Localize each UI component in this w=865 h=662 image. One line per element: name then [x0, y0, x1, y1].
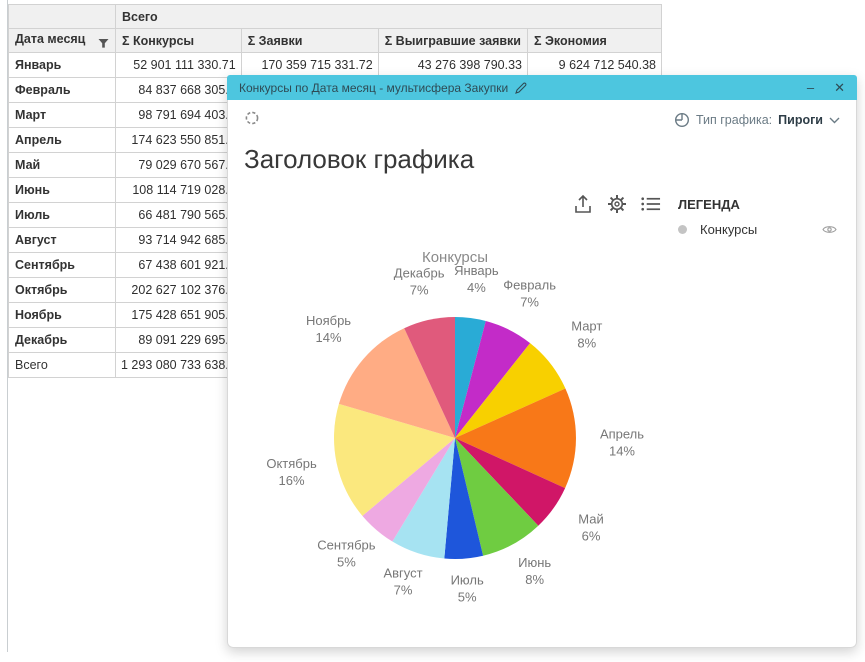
legend-item[interactable]: Конкурсы: [678, 222, 757, 237]
pie-label-name: Апрель: [600, 426, 644, 441]
pie-label-name: Январь: [454, 263, 499, 278]
pie-label-percent: 14%: [609, 443, 635, 458]
month-cell[interactable]: Январь: [9, 53, 116, 78]
month-cell[interactable]: Сентябрь: [9, 253, 116, 278]
pie-label-name: Ноябрь: [306, 313, 351, 328]
konkursy-value-cell: 108 114 719 028.9: [116, 178, 242, 203]
list-icon: [641, 196, 661, 212]
dialog-titlebar[interactable]: Конкурсы по Дата месяц - мультисфера Зак…: [227, 75, 857, 100]
konkursy-value-cell: 67 438 601 921.1: [116, 253, 242, 278]
filter-icon[interactable]: [98, 38, 109, 49]
pie-label-name: Март: [571, 319, 602, 334]
month-cell[interactable]: Май: [9, 153, 116, 178]
dialog-title: Конкурсы по Дата месяц - мультисфера Зак…: [239, 81, 508, 95]
table-row: Январь52 901 111 330.71170 359 715 331.7…: [9, 53, 662, 78]
chevron-down-icon: [829, 117, 840, 124]
konkursy-value-cell: 98 791 694 403.8: [116, 103, 242, 128]
pie-label-percent: 7%: [520, 294, 539, 309]
konkursy-value-cell: 89 091 229 695.9: [116, 328, 242, 353]
spinner-icon: [244, 110, 260, 126]
chart-type-label: Тип графика:: [696, 113, 772, 127]
pie-label-percent: 7%: [394, 583, 413, 598]
pie-label-name: Декабрь: [394, 265, 445, 280]
pie-label-percent: 4%: [467, 280, 486, 295]
konkursy-value-cell: 1 293 080 733 638.0: [116, 353, 242, 378]
close-icon[interactable]: ✕: [834, 75, 845, 100]
minimize-icon[interactable]: –: [807, 75, 814, 100]
month-cell[interactable]: Октябрь: [9, 278, 116, 303]
list-button[interactable]: [641, 194, 661, 214]
pie-label-name: Июль: [451, 573, 484, 588]
table-header-row: Дата месяц Σ Конкурсы Σ Заявки Σ Выиграв…: [9, 29, 662, 53]
chart-dialog: Конкурсы по Дата месяц - мультисфера Зак…: [227, 75, 857, 648]
column-header-zayavki[interactable]: Σ Заявки: [241, 29, 378, 53]
corner-cell: [9, 5, 116, 29]
column-header-ekonomiya[interactable]: Σ Экономия: [528, 29, 662, 53]
zayavki-value-cell: 170 359 715 331.72: [241, 53, 378, 78]
ekonomiya-value-cell: 9 624 712 540.38: [528, 53, 662, 78]
eye-icon[interactable]: [822, 224, 837, 235]
vsego-header-cell: Всего: [116, 5, 662, 29]
app-window: Всего Дата месяц Σ Конкурсы Σ Заявки Σ В…: [0, 0, 865, 662]
column-header-vyigravshie[interactable]: Σ Выигравшие заявки: [378, 29, 527, 53]
pie-label-percent: 16%: [279, 473, 305, 488]
chart-type-value: Пироги: [778, 113, 823, 127]
month-cell[interactable]: Декабрь: [9, 328, 116, 353]
gear-icon: [607, 194, 627, 214]
konkursy-value-cell: 84 837 668 305.5: [116, 78, 242, 103]
chart-toolbar: [573, 194, 661, 214]
pie-label-name: Май: [578, 511, 603, 526]
pie-label-percent: 6%: [582, 528, 601, 543]
pie-type-icon: [674, 112, 690, 128]
legend-title: ЛЕГЕНДА: [678, 197, 740, 212]
month-cell[interactable]: Апрель: [9, 128, 116, 153]
edit-icon[interactable]: [514, 81, 528, 95]
konkursy-value-cell: 174 623 550 851.7: [116, 128, 242, 153]
export-button[interactable]: [573, 194, 593, 214]
grid-gutter: [0, 0, 8, 652]
month-cell[interactable]: Ноябрь: [9, 303, 116, 328]
pie-label-percent: 5%: [458, 590, 477, 605]
pie-label-percent: 14%: [316, 330, 342, 345]
month-cell[interactable]: Март: [9, 103, 116, 128]
konkursy-value-cell: 93 714 942 685.7: [116, 228, 242, 253]
pie-label-name: Февраль: [503, 277, 556, 292]
pie-label-percent: 7%: [410, 282, 429, 297]
pie-chart-svg[interactable]: КонкурсыЯнварь4%Февраль7%Март8%Апрель14%…: [236, 240, 686, 640]
month-cell[interactable]: Август: [9, 228, 116, 253]
month-cell[interactable]: Июль: [9, 203, 116, 228]
pie-label-name: Август: [383, 566, 422, 581]
dialog-body: Тип графика: Пироги Заголовок графика: [227, 100, 857, 648]
konkursy-value-cell: 202 627 102 376.3: [116, 278, 242, 303]
table-top-header-row: Всего: [9, 5, 662, 29]
column-header-month[interactable]: Дата месяц: [9, 29, 116, 53]
column-header-month-label: Дата месяц: [15, 32, 85, 46]
month-cell[interactable]: Июнь: [9, 178, 116, 203]
pie-label-name: Июнь: [518, 555, 551, 570]
month-cell: Всего: [9, 353, 116, 378]
column-header-konkursy[interactable]: Σ Конкурсы: [116, 29, 242, 53]
legend-dot-icon: [678, 225, 687, 234]
pie-label-percent: 8%: [577, 336, 596, 351]
pie-label-name: Сентябрь: [317, 538, 375, 553]
month-cell[interactable]: Февраль: [9, 78, 116, 103]
chart-type-selector[interactable]: Тип графика: Пироги: [674, 112, 840, 128]
pie-label-name: Октябрь: [266, 456, 317, 471]
konkursy-value-cell: 66 481 790 565.4: [116, 203, 242, 228]
legend-item-label: Конкурсы: [700, 222, 757, 237]
pie-label-percent: 5%: [337, 555, 356, 570]
chart-heading: Заголовок графика: [244, 144, 474, 175]
pie-label-percent: 8%: [525, 572, 544, 587]
konkursy-value-cell: 52 901 111 330.71: [116, 53, 242, 78]
vyigravshie-value-cell: 43 276 398 790.33: [378, 53, 527, 78]
export-icon: [574, 194, 592, 214]
konkursy-value-cell: 175 428 651 905.3: [116, 303, 242, 328]
konkursy-value-cell: 79 029 670 567.2: [116, 153, 242, 178]
settings-button[interactable]: [607, 194, 627, 214]
